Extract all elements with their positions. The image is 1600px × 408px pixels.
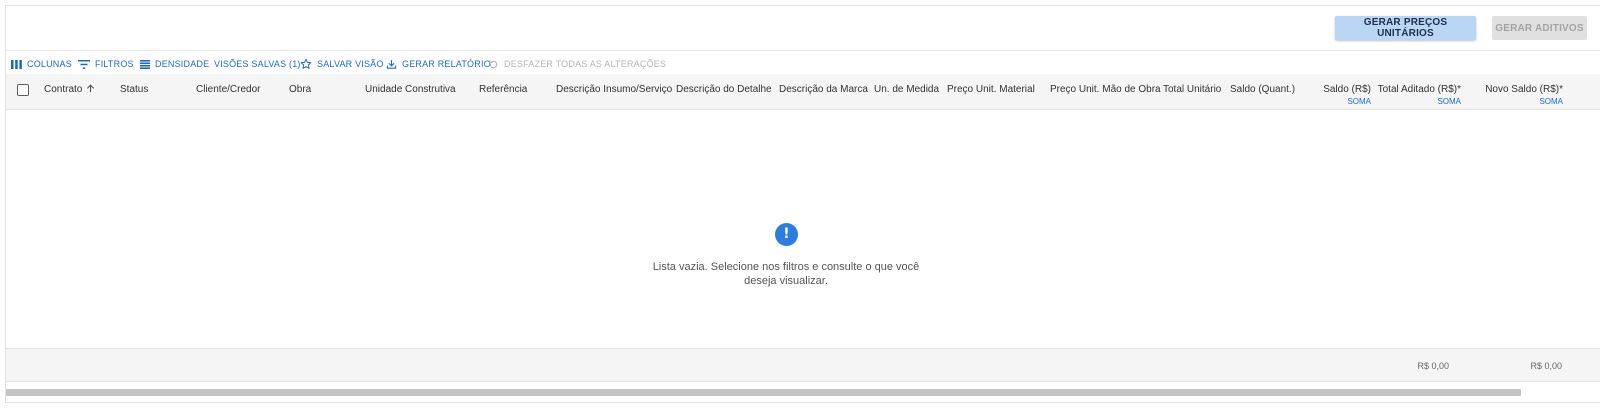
column-header-descricao-detalhe[interactable]: Descrição do Detalhe (676, 84, 772, 95)
filters-label: FILTROS (95, 59, 134, 69)
column-header-unidade-construtiva[interactable]: Unidade Construtiva (365, 84, 456, 95)
horizontal-scrollbar-thumb[interactable] (6, 389, 1521, 396)
column-header-status[interactable]: Status (120, 84, 148, 95)
generate-report-label: GERAR RELATÓRIO (402, 59, 491, 69)
column-header-unidade-medida[interactable]: Un. de Medida (874, 84, 939, 95)
total-aditado-sum: R$ 0,00 (1417, 361, 1449, 371)
generate-unit-prices-button[interactable]: GERAR PREÇOS UNITÁRIOS (1335, 16, 1476, 40)
sum-label-novo-saldo: SOMA (1539, 97, 1563, 106)
novo-saldo-sum: R$ 0,00 (1530, 361, 1562, 371)
column-header-contrato[interactable]: Contrato (44, 84, 95, 95)
filter-icon (78, 59, 90, 69)
density-button[interactable]: DENSIDADE (140, 54, 209, 74)
column-header-saldo-rs[interactable]: Saldo (R$) (1304, 84, 1371, 95)
table-header: Contrato Status Cliente/Credor Obra Unid… (6, 74, 1600, 110)
horizontal-scrollbar[interactable] (6, 387, 1600, 398)
column-header-preco-mao-obra[interactable]: Preço Unit. Mão de Obra (1050, 84, 1161, 95)
select-all-checkbox[interactable] (17, 84, 29, 96)
columns-label: COLUNAS (27, 59, 72, 69)
density-label: DENSIDADE (155, 59, 210, 69)
exclamation-icon: ! (775, 223, 798, 246)
data-grid-panel: GERAR PREÇOS UNITÁRIOS GERAR ADITIVOS CO… (5, 5, 1600, 403)
table-footer-totals: R$ 0,00 R$ 0,00 (6, 348, 1600, 382)
column-header-referencia[interactable]: Referência (479, 84, 527, 95)
column-header-cliente-credor[interactable]: Cliente/Credor (196, 84, 260, 95)
undo-all-label: DESFAZER TODAS AS ALTERAÇÕES (504, 59, 667, 69)
column-header-descricao-insumo[interactable]: Descrição Insumo/Serviço (556, 84, 672, 95)
column-header-novo-saldo[interactable]: Novo Saldo (R$)* (1476, 84, 1563, 95)
save-view-button[interactable]: SALVAR VISÃO (300, 54, 384, 74)
saved-views-label: VISÕES SALVAS (1) (214, 59, 301, 69)
generate-additives-button: GERAR ADITIVOS (1492, 16, 1587, 40)
sort-arrow-up-icon[interactable] (86, 84, 95, 93)
generate-report-button[interactable]: GERAR RELATÓRIO (386, 54, 491, 74)
column-header-obra[interactable]: Obra (289, 84, 311, 95)
save-view-label: SALVAR VISÃO (317, 59, 384, 69)
column-header-descricao-marca[interactable]: Descrição da Marca (779, 84, 868, 95)
undo-icon (489, 59, 498, 68)
columns-icon (11, 59, 22, 69)
filters-button[interactable]: FILTROS (78, 54, 134, 74)
column-header-total-aditado[interactable]: Total Aditado (R$)* (1376, 84, 1461, 95)
download-icon (386, 59, 397, 69)
saved-views-button[interactable]: VISÕES SALVAS (1) (214, 54, 301, 74)
column-header-total-unitario[interactable]: Total Unitário (1163, 84, 1221, 95)
density-icon (140, 59, 150, 69)
star-outline-icon (300, 58, 312, 69)
sum-label-total-aditado: SOMA (1437, 97, 1461, 106)
top-action-bar: GERAR PREÇOS UNITÁRIOS GERAR ADITIVOS (6, 6, 1600, 51)
grid-toolbar: COLUNAS FILTROS DENSIDADE VISÕES SALVAS … (6, 54, 1600, 74)
column-header-preco-material[interactable]: Preço Unit. Material (947, 84, 1035, 95)
empty-state: ! Lista vazia. Selecione nos filtros e c… (6, 111, 1600, 348)
sum-label-saldo-rs: SOMA (1347, 97, 1371, 106)
undo-all-button: DESFAZER TODAS AS ALTERAÇÕES (488, 54, 666, 74)
empty-state-message: Lista vazia. Selecione nos filtros e con… (652, 261, 920, 287)
columns-button[interactable]: COLUNAS (11, 54, 72, 74)
column-header-saldo-quant[interactable]: Saldo (Quant.) (1230, 84, 1295, 95)
